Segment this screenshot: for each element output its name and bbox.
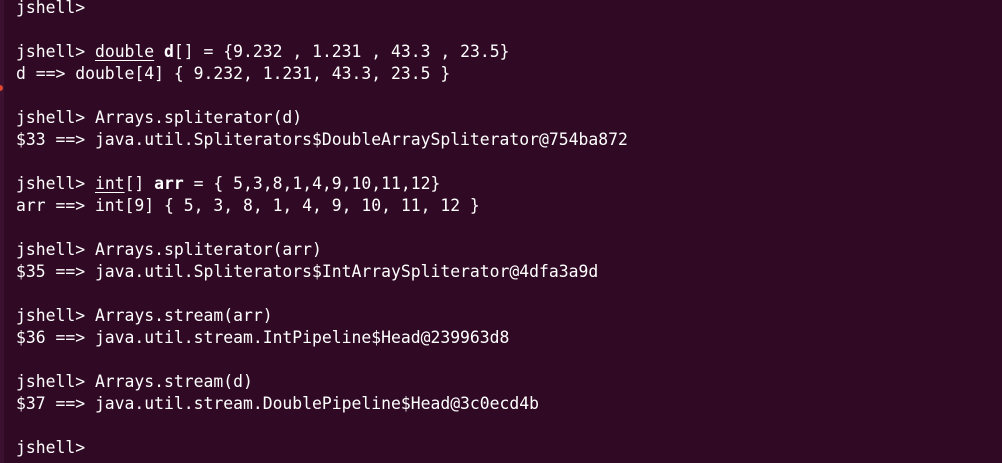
keyword-token: double — [94, 42, 155, 61]
text-token: $37 ==> java.util.stream.DoublePipeline$… — [16, 394, 540, 413]
terminal-line: $37 ==> java.util.stream.DoublePipeline$… — [16, 393, 628, 415]
terminal-line: $35 ==> java.util.Spliterators$IntArrayS… — [16, 261, 628, 283]
terminal-output[interactable]: jshell> jshell> double d[] = {9.232 , 1.2… — [16, 0, 628, 459]
terminal-line: arr ==> int[9] { 5, 3, 8, 1, 4, 9, 10, 1… — [16, 195, 628, 217]
terminal-line: jshell> Arrays.spliterator(d) — [16, 107, 628, 129]
terminal-line: $33 ==> java.util.Spliterators$DoubleArr… — [16, 129, 628, 151]
text-token: = { 5,3,8,1,4,9,10,11,12} — [183, 174, 441, 193]
text-token: $33 ==> java.util.Spliterators$DoubleArr… — [16, 130, 628, 149]
text-token: $35 ==> java.util.Spliterators$IntArrayS… — [16, 262, 599, 281]
text-token: jshell> — [16, 0, 86, 17]
terminal-window[interactable]: jshell> jshell> double d[] = {9.232 , 1.2… — [0, 0, 1002, 463]
text-token: $36 ==> java.util.stream.IntPipeline$Hea… — [16, 328, 510, 347]
identifier-token: arr — [154, 174, 184, 193]
terminal-line: jshell> — [16, 0, 628, 19]
text-token: jshell> Arrays.spliterator(d) — [16, 108, 303, 127]
text-token: d ==> double[4] { 9.232, 1.231, 43.3, 23… — [16, 64, 451, 83]
terminal-line: d ==> double[4] { 9.232, 1.231, 43.3, 23… — [16, 63, 628, 85]
text-token: jshell> — [16, 174, 95, 193]
text-token: jshell> — [16, 438, 86, 457]
left-gutter — [0, 0, 4, 463]
terminal-line: jshell> double d[] = {9.232 , 1.231 , 43… — [16, 41, 628, 63]
terminal-line: jshell> Arrays.stream(arr) — [16, 305, 628, 327]
terminal-line: jshell> — [16, 437, 628, 459]
keyword-token: int — [94, 174, 125, 193]
text-token: jshell> — [16, 42, 95, 61]
text-token: [] — [124, 174, 155, 193]
terminal-line: jshell> int[] arr = { 5,3,8,1,4,9,10,11,… — [16, 173, 628, 195]
text-token: jshell> Arrays.stream(arr) — [16, 306, 273, 325]
text-token: jshell> Arrays.spliterator(arr) — [16, 240, 322, 259]
text-token: jshell> Arrays.stream(d) — [16, 372, 253, 391]
text-token: arr ==> int[9] { 5, 3, 8, 1, 4, 9, 10, 1… — [16, 196, 480, 215]
terminal-line: jshell> Arrays.stream(d) — [16, 371, 628, 393]
identifier-token: d — [164, 42, 174, 61]
terminal-line: $36 ==> java.util.stream.IntPipeline$Hea… — [16, 327, 628, 349]
terminal-line: jshell> Arrays.spliterator(arr) — [16, 239, 628, 261]
text-token: [] = {9.232 , 1.231 , 43.3 , 23.5} — [173, 42, 510, 61]
